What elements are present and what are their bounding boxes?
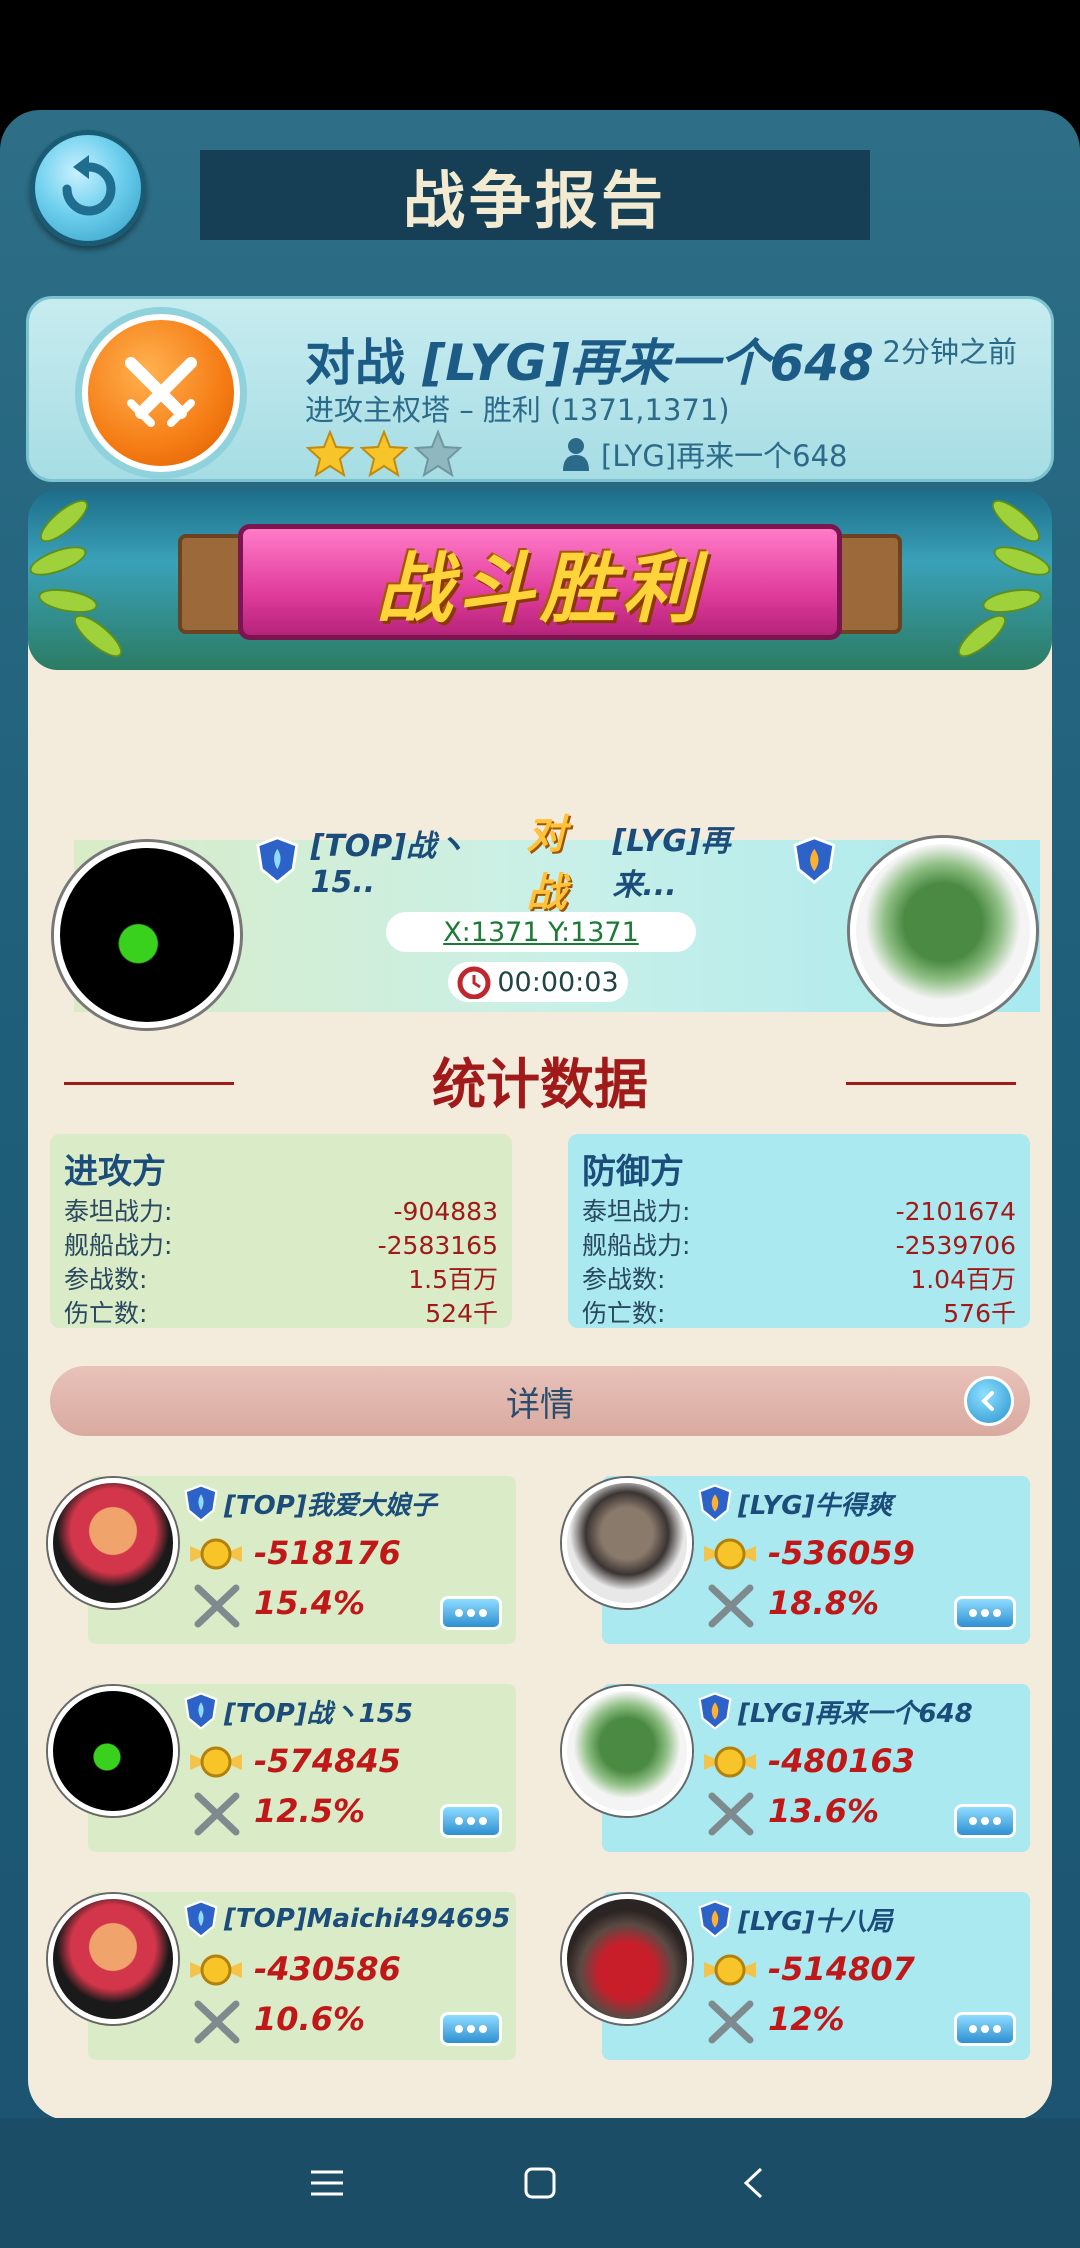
attacker-name[interactable]: [TOP]战丶15.. bbox=[311, 821, 515, 900]
stats-title: 统计数据 bbox=[432, 1053, 648, 1116]
alliance-shield-icon bbox=[698, 1692, 732, 1730]
power-medal-icon bbox=[704, 1746, 756, 1778]
more-button[interactable] bbox=[440, 1804, 502, 1838]
player-avatar[interactable] bbox=[562, 1478, 692, 1608]
victory-banner: 战斗胜利 bbox=[28, 490, 1052, 670]
player-power: -518176 bbox=[254, 1534, 401, 1572]
player-avatar[interactable] bbox=[48, 1686, 178, 1816]
defender-stats-head: 防御方 bbox=[582, 1152, 684, 1192]
clock-icon bbox=[457, 966, 491, 999]
player-power: -514807 bbox=[768, 1950, 915, 1988]
victory-ribbon: 战斗胜利 bbox=[238, 524, 842, 640]
summary-time: 2分钟之前 bbox=[882, 335, 1017, 369]
home-square-icon bbox=[524, 2167, 556, 2199]
battle-timer: 00:00:03 bbox=[448, 962, 628, 1002]
summary-player: [LYG]再来一个648 bbox=[561, 433, 847, 475]
attacker-stats-head: 进攻方 bbox=[64, 1152, 166, 1192]
report-panel: 战斗胜利 [TOP]战丶15.. 对战 [LYG]再来... X:1371 Y:… bbox=[28, 490, 1052, 2120]
chevron-left-icon bbox=[981, 1391, 994, 1411]
user-icon bbox=[563, 438, 589, 471]
attacker-stats: 进攻方 泰坦战力: -904883 舰船战力: -2583165 参战数: 1.5百万… bbox=[50, 1134, 512, 1328]
page-title: 战争报告 bbox=[402, 164, 667, 237]
crossed-swords-icon bbox=[708, 2000, 754, 2044]
summary-title: 对战 [LYG]再来一个648 bbox=[305, 334, 874, 392]
player-name[interactable]: [LYG]牛得爽 bbox=[698, 1484, 892, 1522]
defender-avatar[interactable] bbox=[850, 838, 1036, 1024]
crossed-swords-icon bbox=[194, 1792, 240, 1836]
more-button[interactable] bbox=[954, 2012, 1016, 2046]
alliance-shield-icon bbox=[793, 836, 836, 885]
details-bar[interactable]: 详情 bbox=[50, 1366, 1030, 1436]
alliance-shield-icon bbox=[184, 1692, 218, 1730]
back-arrow-icon bbox=[62, 155, 116, 216]
star-filled-icon bbox=[359, 429, 409, 478]
power-medal-icon bbox=[190, 1538, 242, 1570]
player-loss-percent: 10.6% bbox=[254, 2000, 366, 2038]
alliance-shield-icon bbox=[184, 1484, 218, 1522]
versus-names: [TOP]战丶15.. 对战 [LYG]再来... bbox=[256, 812, 836, 916]
battle-summary-card[interactable]: 对战 [LYG]再来一个648 2分钟之前 进攻主权塔 – 胜利 (1371,1… bbox=[26, 296, 1054, 482]
alliance-shield-icon bbox=[698, 1484, 732, 1522]
alliance-shield-icon bbox=[698, 1900, 732, 1938]
player-loss-percent: 18.8% bbox=[768, 1584, 880, 1622]
app-screen: 战争报告 对战 [LYG]再来一个648 2分钟之前 进攻主权塔 – 胜利 (1… bbox=[0, 110, 1080, 2248]
power-medal-icon bbox=[704, 1954, 756, 1986]
power-medal-icon bbox=[190, 1746, 242, 1778]
player-name[interactable]: [LYG]再来一个648 bbox=[698, 1692, 973, 1730]
player-loss-percent: 13.6% bbox=[768, 1792, 880, 1830]
player-power: -574845 bbox=[254, 1742, 401, 1780]
rating-stars bbox=[305, 429, 463, 479]
player-name[interactable]: [LYG]十八局 bbox=[698, 1900, 892, 1938]
player-name[interactable]: [TOP]我爱大娘子 bbox=[184, 1484, 437, 1522]
details-label: 详情 bbox=[506, 1384, 574, 1425]
power-medal-icon bbox=[704, 1538, 756, 1570]
coordinates-link[interactable]: X:1371 Y:1371 bbox=[386, 912, 696, 952]
crossed-swords-icon bbox=[194, 1584, 240, 1628]
crossed-swords-icon bbox=[708, 1792, 754, 1836]
summary-subtitle: 进攻主权塔 – 胜利 (1371,1371) bbox=[305, 393, 730, 427]
home-nav-button[interactable] bbox=[510, 2153, 570, 2213]
more-button[interactable] bbox=[440, 2012, 502, 2046]
title-band: 战争报告 bbox=[200, 150, 870, 240]
defender-name[interactable]: [LYG]再来... bbox=[612, 816, 781, 904]
alliance-shield-icon bbox=[184, 1900, 218, 1938]
menu-nav-button[interactable] bbox=[297, 2153, 357, 2213]
more-button[interactable] bbox=[954, 1804, 1016, 1838]
crossed-swords-icon bbox=[194, 2000, 240, 2044]
defender-stats: 防御方 泰坦战力: -2101674 舰船战力: -2539706 参战数: 1.04… bbox=[568, 1134, 1030, 1328]
back-button[interactable] bbox=[30, 130, 146, 246]
back-nav-button[interactable] bbox=[723, 2153, 783, 2213]
battle-type-badge bbox=[75, 307, 247, 479]
back-chevron-icon bbox=[744, 2167, 763, 2199]
player-avatar[interactable] bbox=[562, 1686, 692, 1816]
crossed-swords-icon bbox=[708, 1584, 754, 1628]
power-medal-icon bbox=[190, 1954, 242, 1986]
more-button[interactable] bbox=[954, 1596, 1016, 1630]
attacker-avatar[interactable] bbox=[54, 842, 240, 1028]
player-avatar[interactable] bbox=[48, 1478, 178, 1608]
player-name[interactable]: [TOP]战丶155 bbox=[184, 1692, 413, 1730]
player-loss-percent: 12% bbox=[768, 2000, 845, 2038]
player-name[interactable]: [TOP]Maichi494695 bbox=[184, 1900, 510, 1938]
versus-label: 对战 bbox=[526, 812, 567, 916]
player-loss-percent: 12.5% bbox=[254, 1792, 366, 1830]
player-power: -536059 bbox=[768, 1534, 915, 1572]
star-filled-icon bbox=[305, 429, 355, 478]
player-power: -430586 bbox=[254, 1950, 401, 1988]
more-button[interactable] bbox=[440, 1596, 502, 1630]
alliance-shield-icon bbox=[256, 836, 299, 885]
player-loss-percent: 15.4% bbox=[254, 1584, 366, 1622]
crossed-swords-icon bbox=[125, 357, 197, 427]
player-avatar[interactable] bbox=[562, 1894, 692, 2024]
victory-text: 战斗胜利 bbox=[376, 544, 704, 633]
player-power: -480163 bbox=[768, 1742, 915, 1780]
star-empty-icon bbox=[413, 429, 463, 478]
system-navigation-bar bbox=[0, 2118, 1080, 2248]
player-avatar[interactable] bbox=[48, 1894, 178, 2024]
menu-icon bbox=[310, 2170, 343, 2196]
details-toggle-button[interactable] bbox=[964, 1376, 1014, 1426]
